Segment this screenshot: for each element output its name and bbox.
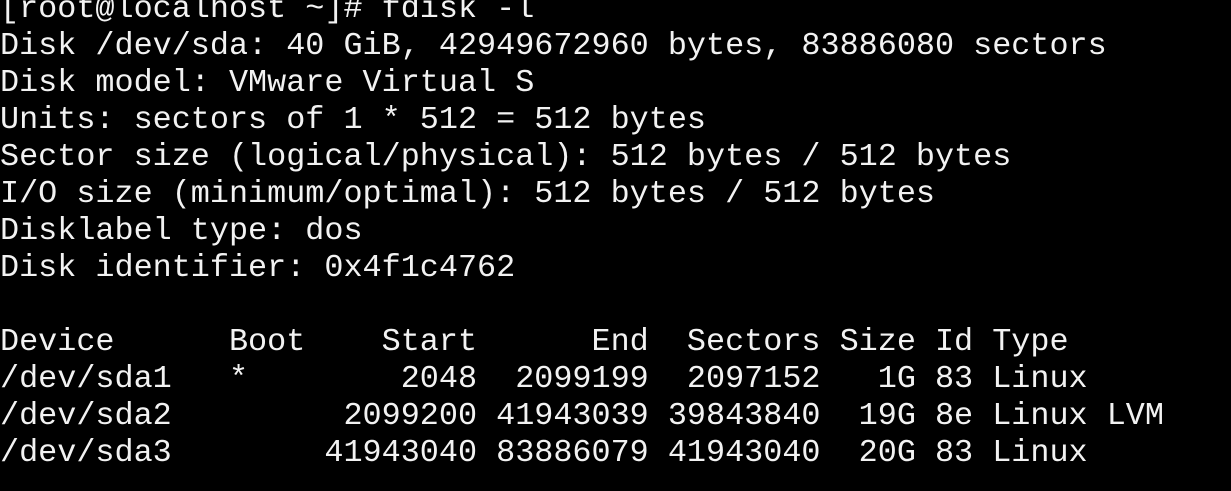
io-size-line: I/O size (minimum/optimal): 512 bytes / … — [0, 176, 935, 212]
table-row: /dev/sda2 2099200 41943039 39843840 19G … — [0, 398, 1164, 434]
units-line: Units: sectors of 1 * 512 = 512 bytes — [0, 102, 707, 138]
table-row: /dev/sda3 41943040 83886079 41943040 20G… — [0, 435, 1088, 471]
sector-size-line: Sector size (logical/physical): 512 byte… — [0, 139, 1012, 175]
partition-table-header: Device Boot Start End Sectors Size Id Ty… — [0, 324, 1069, 360]
disk-model-line: Disk model: VMware Virtual S — [0, 65, 535, 101]
disk-identifier-line: Disk identifier: 0x4f1c4762 — [0, 250, 516, 286]
terminal-window[interactable]: [root@localhost ~]# fdisk -l Disk /dev/s… — [0, 0, 1231, 482]
table-row: /dev/sda1 * 2048 2099199 2097152 1G 83 L… — [0, 361, 1088, 397]
disk-size-line: Disk /dev/sda: 40 GiB, 42949672960 bytes… — [0, 28, 1107, 64]
disklabel-type-line: Disklabel type: dos — [0, 213, 363, 249]
prompt-line: [root@localhost ~]# fdisk -l — [0, 0, 535, 27]
